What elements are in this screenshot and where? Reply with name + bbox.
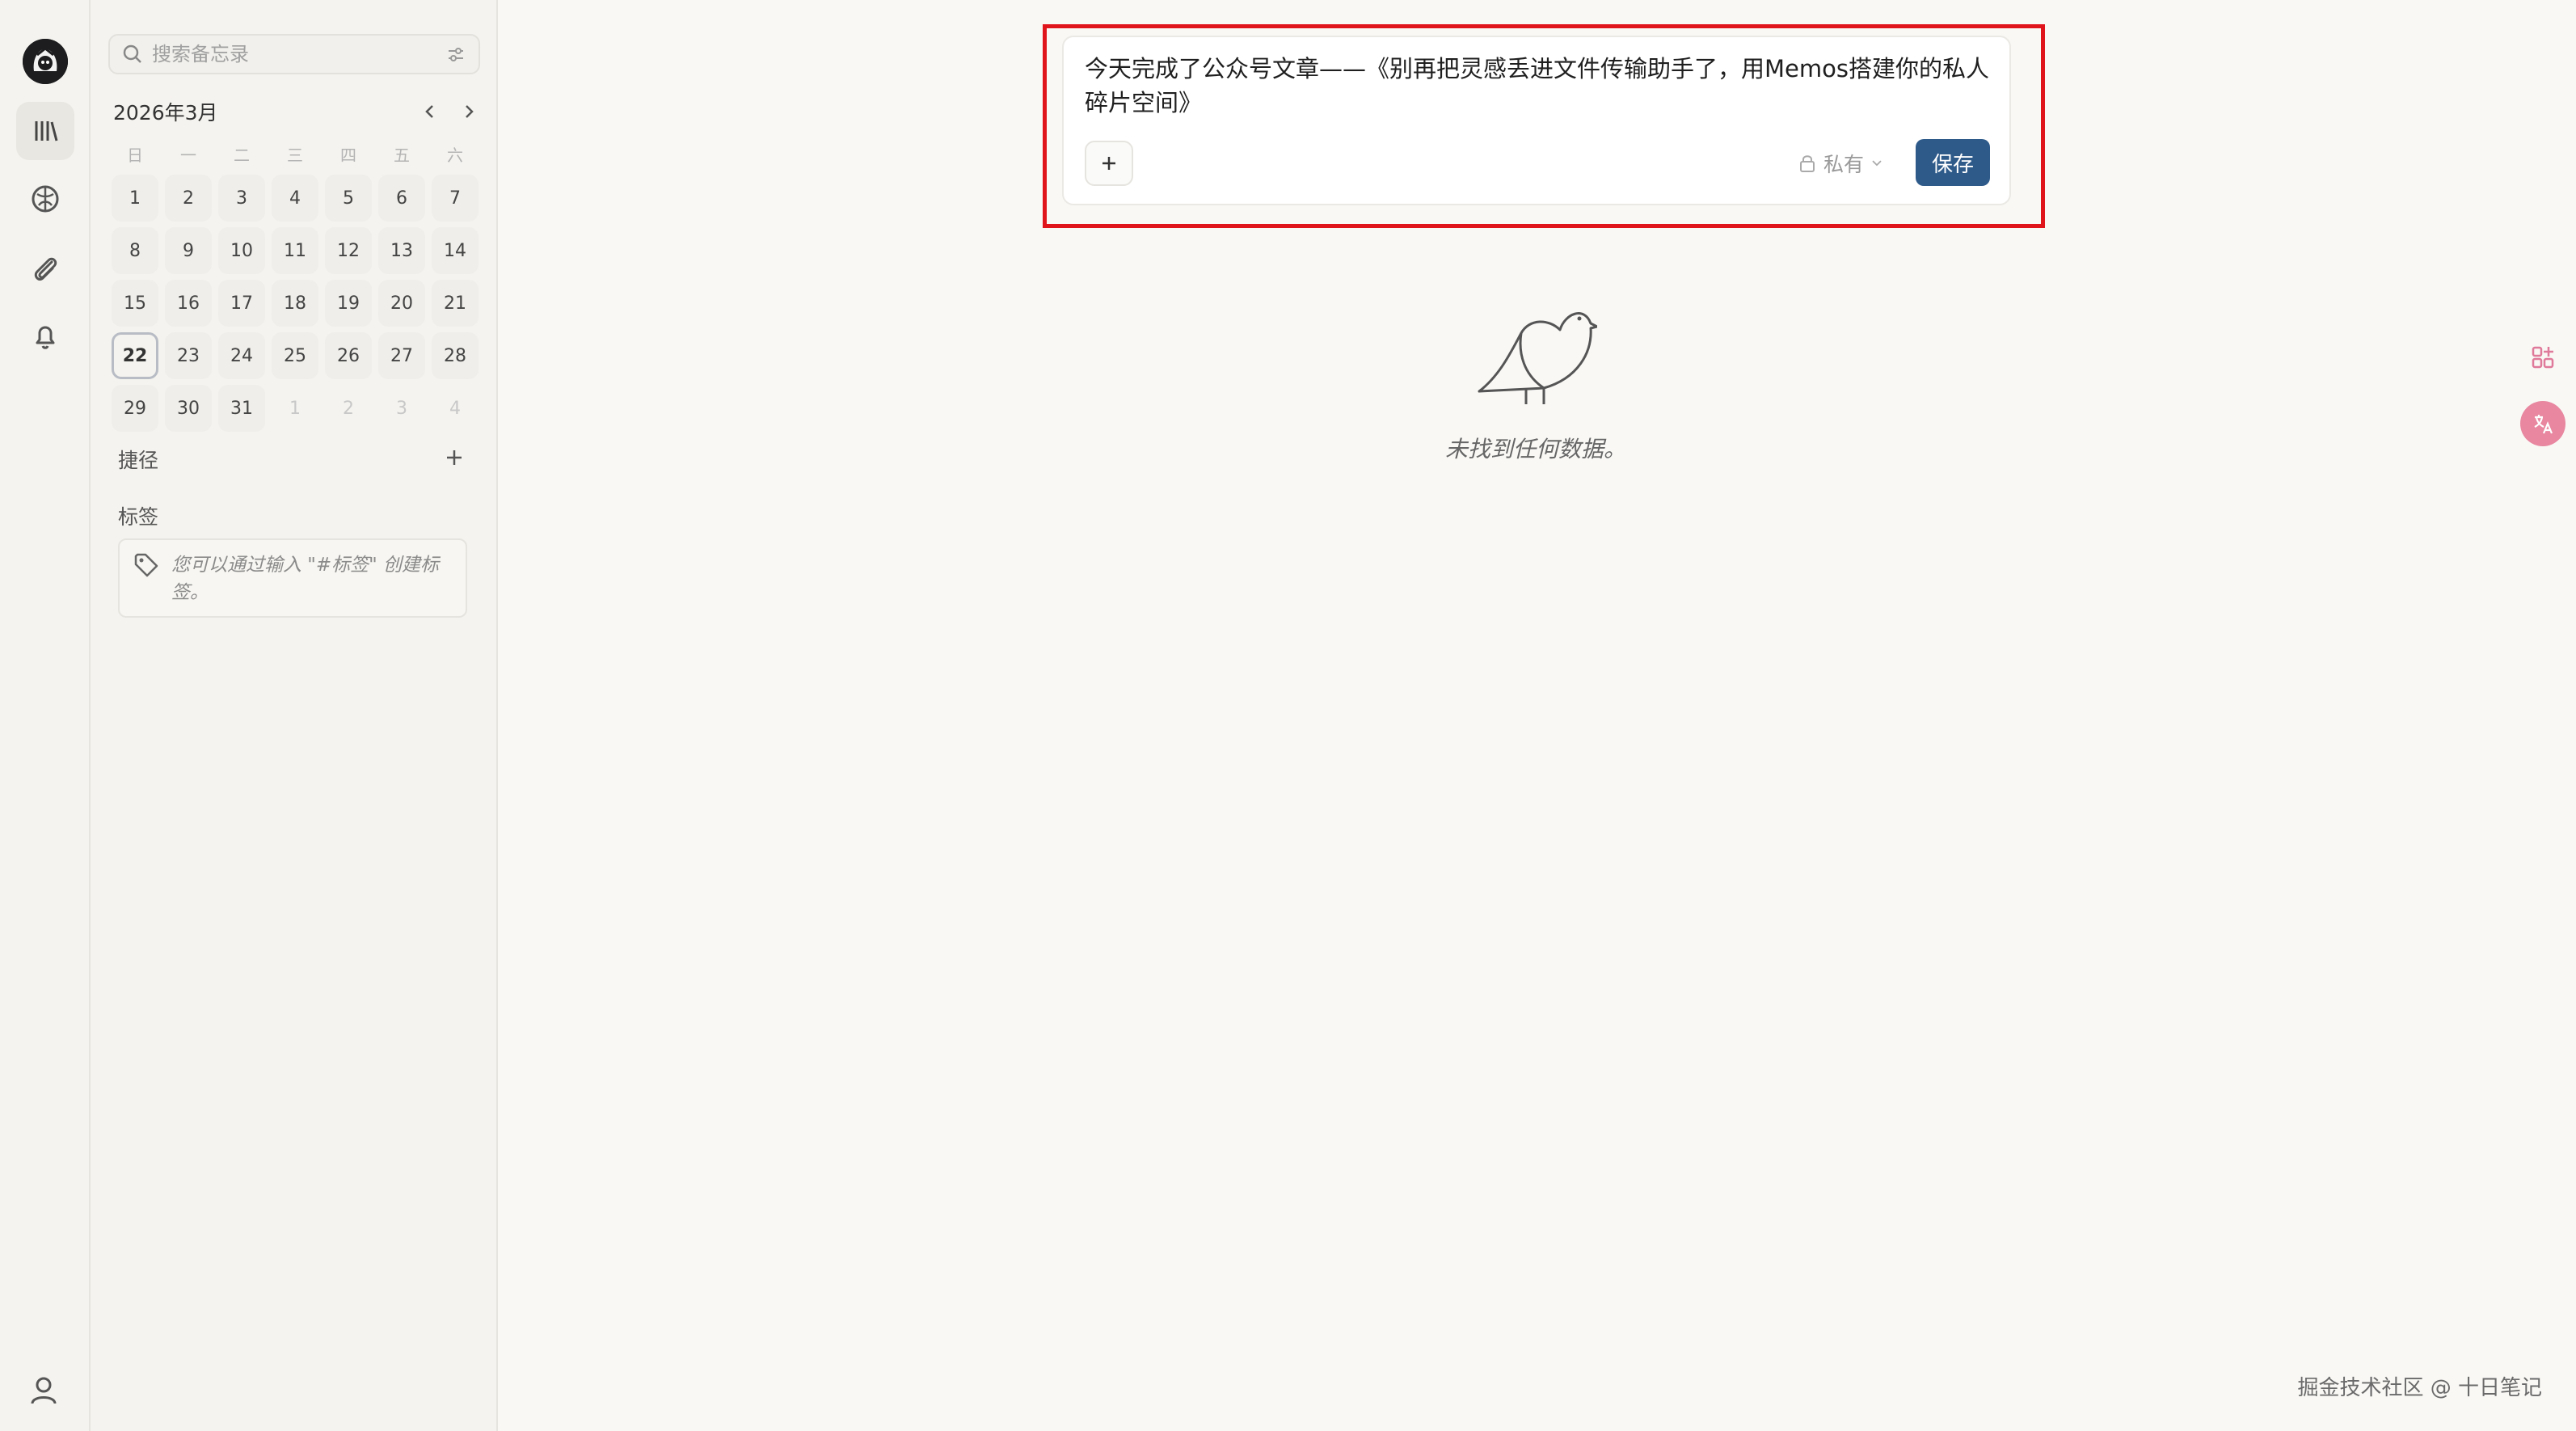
explore-icon bbox=[32, 185, 59, 213]
calendar-header: 2026年3月 bbox=[113, 95, 482, 128]
calendar-day[interactable]: 28 bbox=[432, 332, 479, 379]
calendar-day[interactable]: 20 bbox=[378, 280, 425, 327]
apps-grid-icon bbox=[2532, 346, 2554, 369]
tags-title: 标签 bbox=[118, 505, 159, 529]
bird-icon bbox=[1478, 312, 1597, 404]
tags-empty-hint: 您可以通过输入 "#标签" 创建标签。 bbox=[118, 538, 467, 618]
visibility-label: 私有 bbox=[1823, 153, 1865, 176]
memo-editor: 今天完成了公众号文章——《别再把灵感丢进文件传输助手了，用Memos搭建你的私人… bbox=[1062, 36, 2011, 205]
calendar-day[interactable]: 21 bbox=[432, 280, 479, 327]
calendar-day[interactable]: 8 bbox=[112, 227, 158, 274]
calendar-day[interactable]: 6 bbox=[378, 175, 425, 222]
calendar-day[interactable]: 14 bbox=[432, 227, 479, 274]
calendar-day[interactable]: 11 bbox=[272, 227, 318, 274]
plus-icon bbox=[1102, 157, 1115, 170]
calendar-day[interactable]: 16 bbox=[165, 280, 212, 327]
next-month-button[interactable] bbox=[456, 99, 482, 125]
calendar-day[interactable]: 7 bbox=[432, 175, 479, 222]
calendar-weekday: 三 bbox=[287, 146, 303, 165]
calendar-day[interactable]: 5 bbox=[325, 175, 372, 222]
calendar-day[interactable]: 24 bbox=[218, 332, 265, 379]
calendar-day[interactable]: 26 bbox=[325, 332, 372, 379]
calendar-weekday: 六 bbox=[447, 146, 463, 165]
prev-month-button[interactable] bbox=[417, 99, 443, 125]
calendar-day: 1 bbox=[289, 398, 301, 419]
calendar-day-today[interactable]: 22 bbox=[112, 332, 158, 379]
add-shortcut-button[interactable] bbox=[440, 443, 469, 472]
save-button[interactable]: 保存 bbox=[1916, 139, 1990, 186]
tags-hint-text: 您可以通过输入 "#标签" 创建标签。 bbox=[171, 555, 440, 603]
calendar-day[interactable]: 23 bbox=[165, 332, 212, 379]
notifications-nav-button[interactable] bbox=[16, 307, 74, 365]
calendar-day[interactable]: 13 bbox=[378, 227, 425, 274]
empty-state-text: 未找到任何数据。 bbox=[1444, 436, 1626, 462]
calendar-day[interactable]: 17 bbox=[218, 280, 265, 327]
calendar-month-label: 2026年3月 bbox=[113, 101, 218, 125]
user-icon bbox=[31, 1377, 57, 1404]
calendar-weekday: 五 bbox=[394, 146, 410, 165]
sidebar: 2026年3月 日一二三四五六1234567891011121314151617… bbox=[91, 0, 498, 1431]
calendar-day[interactable]: 1 bbox=[112, 175, 158, 222]
chevron-down-icon bbox=[1872, 160, 1882, 167]
lock-icon bbox=[1800, 155, 1815, 172]
calendar-day[interactable]: 19 bbox=[325, 280, 372, 327]
attachments-nav-button[interactable] bbox=[16, 239, 74, 298]
shortcuts-title: 捷径 bbox=[118, 449, 159, 472]
memo-editor-textarea[interactable]: 今天完成了公众号文章——《别再把灵感丢进文件传输助手了，用Memos搭建你的私人… bbox=[1085, 52, 1990, 120]
calendar-day[interactable]: 25 bbox=[272, 332, 318, 379]
calendar-day[interactable]: 15 bbox=[112, 280, 158, 327]
chevron-right-icon bbox=[466, 105, 474, 118]
calendar-day[interactable]: 10 bbox=[218, 227, 265, 274]
chevron-left-icon bbox=[425, 105, 433, 118]
search-icon bbox=[123, 44, 141, 63]
visibility-selector[interactable]: 私有 bbox=[1796, 147, 1885, 179]
memos-logo-icon[interactable] bbox=[23, 39, 68, 84]
calendar-weekday: 日 bbox=[127, 146, 143, 165]
notification-bell-icon bbox=[36, 326, 55, 349]
calendar-day[interactable]: 29 bbox=[112, 385, 158, 432]
calendar-day: 3 bbox=[396, 398, 407, 419]
calendar-day[interactable]: 3 bbox=[218, 175, 265, 222]
calendar-weekday: 一 bbox=[180, 146, 196, 165]
calendar-weekday: 四 bbox=[340, 146, 356, 165]
floating-translate-button[interactable] bbox=[2520, 401, 2565, 446]
calendar-day[interactable]: 2 bbox=[165, 175, 212, 222]
left-rail bbox=[0, 0, 91, 1431]
calendar-day[interactable]: 30 bbox=[165, 385, 212, 432]
search-input[interactable] bbox=[152, 43, 445, 65]
floating-apps-button[interactable] bbox=[2520, 335, 2565, 380]
library-icon bbox=[35, 121, 58, 141]
plus-icon bbox=[447, 450, 462, 465]
user-profile-button[interactable] bbox=[26, 1373, 65, 1412]
calendar-day[interactable]: 31 bbox=[218, 385, 265, 432]
calendar-day[interactable]: 12 bbox=[325, 227, 372, 274]
calendar-day: 4 bbox=[449, 398, 461, 419]
calendar-day: 2 bbox=[343, 398, 354, 419]
calendar-day[interactable]: 4 bbox=[272, 175, 318, 222]
tag-icon bbox=[134, 553, 158, 577]
attachment-icon bbox=[34, 257, 57, 281]
calendar-day[interactable]: 9 bbox=[165, 227, 212, 274]
calendar-grid: 日一二三四五六 1 2 3 4 5 6 7 8 9 10 11 12 13 14 15 16 17 18 19 20 21… bbox=[108, 139, 482, 434]
insert-menu-button[interactable] bbox=[1085, 141, 1133, 186]
search-box[interactable] bbox=[108, 34, 480, 74]
filter-settings-icon[interactable] bbox=[445, 43, 467, 65]
memos-nav-button[interactable] bbox=[16, 102, 74, 160]
watermark-text: 掘金技术社区 @ 十日笔记 bbox=[2297, 1376, 2542, 1400]
calendar-weekday: 二 bbox=[234, 146, 250, 165]
calendar-day[interactable]: 27 bbox=[378, 332, 425, 379]
translate-icon bbox=[2534, 415, 2553, 434]
explore-nav-button[interactable] bbox=[16, 170, 74, 228]
calendar-day[interactable]: 18 bbox=[272, 280, 318, 327]
